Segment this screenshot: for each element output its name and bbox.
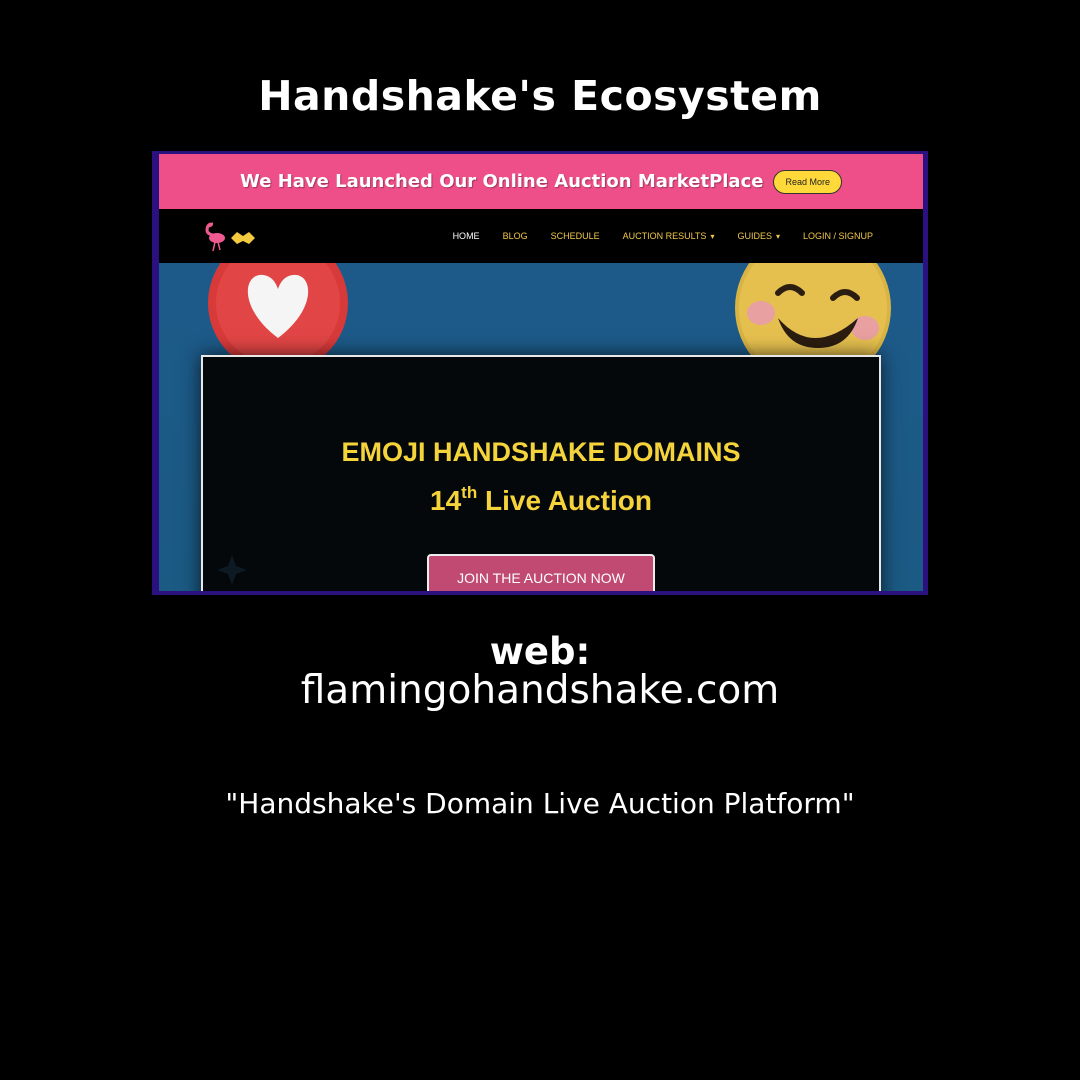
chevron-down-icon: ▾ bbox=[710, 231, 715, 241]
nav-guides[interactable]: GUIDES ▾ bbox=[737, 231, 780, 241]
nav-schedule[interactable]: SCHEDULE bbox=[551, 231, 600, 241]
nav-menu: HOME BLOG SCHEDULE AUCTION RESULTS ▾ GUI… bbox=[453, 209, 873, 263]
auction-subtitle: 14th Live Auction bbox=[430, 483, 652, 516]
auction-card: EMOJI HANDSHAKE DOMAINS 14th Live Auctio… bbox=[201, 355, 881, 591]
nav-home[interactable]: HOME bbox=[453, 231, 480, 241]
nav-login-signup[interactable]: LOGIN / SIGNUP bbox=[803, 231, 873, 241]
read-more-button[interactable]: Read More bbox=[773, 169, 842, 194]
tagline: "Handshake's Domain Live Auction Platfor… bbox=[225, 787, 855, 820]
join-auction-button[interactable]: JOIN THE AUCTION NOW bbox=[427, 554, 655, 591]
website-screenshot: We Have Launched Our Online Auction Mark… bbox=[152, 151, 928, 595]
sparkle-icon bbox=[217, 555, 247, 585]
nav-blog[interactable]: BLOG bbox=[503, 231, 528, 241]
web-label: web: bbox=[489, 630, 591, 673]
website-url[interactable]: flamingohandshake.com bbox=[0, 668, 1080, 713]
nav-auction-results[interactable]: AUCTION RESULTS ▾ bbox=[623, 231, 715, 241]
website-screenshot-content: We Have Launched Our Online Auction Mark… bbox=[159, 154, 923, 591]
banner-text: We Have Launched Our Online Auction Mark… bbox=[240, 171, 764, 192]
site-navbar: HOME BLOG SCHEDULE AUCTION RESULTS ▾ GUI… bbox=[159, 209, 923, 263]
handshake-logo-icon bbox=[231, 232, 255, 244]
chevron-down-icon: ▾ bbox=[775, 231, 780, 241]
page-title: Handshake's Ecosystem bbox=[258, 72, 822, 120]
flamingo-logo-icon[interactable] bbox=[199, 220, 259, 252]
hero-section: EMOJI HANDSHAKE DOMAINS 14th Live Auctio… bbox=[159, 263, 923, 591]
auction-title: EMOJI HANDSHAKE DOMAINS bbox=[341, 437, 741, 467]
announcement-banner: We Have Launched Our Online Auction Mark… bbox=[159, 154, 923, 209]
